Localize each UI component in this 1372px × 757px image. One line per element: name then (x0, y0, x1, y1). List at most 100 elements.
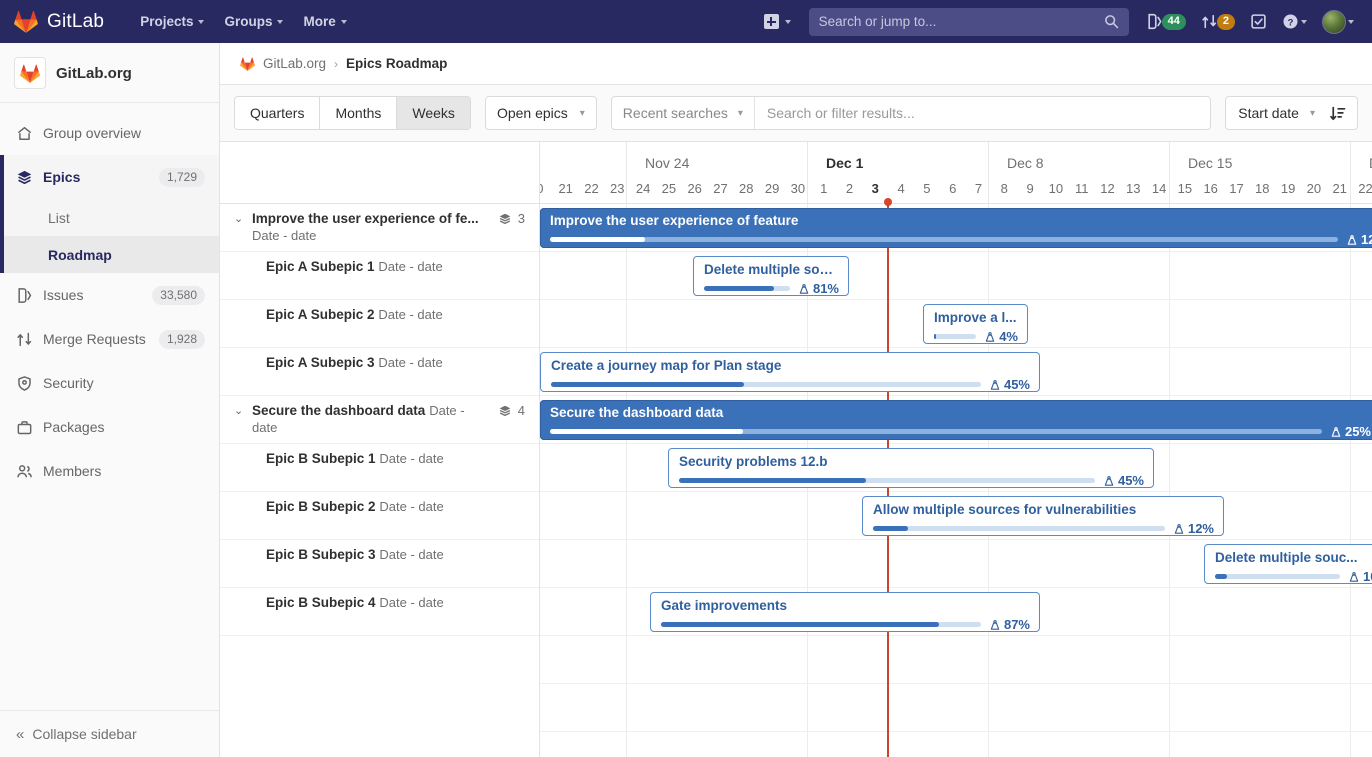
sidebar-item-epics-roadmap[interactable]: Roadmap (0, 236, 219, 273)
sidebar-item-packages[interactable]: Packages (0, 405, 219, 449)
sidebar-item-merge-requests[interactable]: Merge Requests 1,928 (0, 317, 219, 361)
left-sidebar: GitLab.org Group overview Epics 1,729 (0, 43, 220, 757)
epic-bar-footer: 12% (863, 519, 1223, 535)
epic-bar-5[interactable]: Security problems 12.b 45% (668, 448, 1154, 488)
merge-requests-counter-button[interactable]: 2 (1195, 7, 1241, 36)
epic-weight-value: 12% (1361, 233, 1372, 246)
sidebar-item-security[interactable]: Security (0, 361, 219, 405)
epic-icon (498, 404, 512, 418)
epic-bar-footer: 81% (694, 279, 848, 295)
nav-projects[interactable]: Projects (132, 8, 212, 35)
sidebar-item-label: Issues (43, 287, 142, 303)
epic-row-label-0[interactable]: ⌄ Improve the user experience of fe... D… (220, 204, 539, 252)
epic-bar-4[interactable]: Secure the dashboard data 25% (540, 400, 1372, 440)
sidebar-item-members[interactable]: Members (0, 449, 219, 493)
nav-more-label: More (303, 14, 335, 29)
user-menu-button[interactable] (1316, 4, 1360, 40)
progress-track (551, 382, 981, 387)
epic-bar-2[interactable]: Improve a l... 4% (923, 304, 1028, 344)
timeline-day-cell: 19 (1275, 180, 1301, 198)
timeline-scroll-area[interactable]: Nov 24 Dec 1 Dec 8 Dec 15 D (540, 142, 1372, 757)
sidebar-item-label: Epics (43, 169, 149, 185)
epic-bar-0[interactable]: Improve the user experience of feature (540, 208, 1372, 248)
sidebar-subitem-label: Roadmap (48, 247, 112, 263)
gitlab-home-link[interactable]: GitLab (0, 10, 116, 33)
epic-weight: 10% (1348, 570, 1372, 583)
epic-bar-7[interactable]: Delete multiple souc... 10% (1204, 544, 1372, 584)
home-icon (16, 125, 33, 142)
epic-bar-3[interactable]: Create a journey map for Plan stage 4 (540, 352, 1040, 392)
nav-more[interactable]: More (295, 8, 354, 35)
epic-row-label-6[interactable]: Epic B Subepic 2 Date - date (220, 492, 539, 540)
sidebar-item-group-overview[interactable]: Group overview (0, 111, 219, 155)
epic-row-label-8[interactable]: Epic B Subepic 4 Date - date (220, 588, 539, 636)
expand-collapse-icon[interactable]: ⌄ (234, 210, 244, 228)
recent-searches-dropdown[interactable]: Recent searches ▾ (612, 97, 755, 129)
epics-list-column: ⌄ Improve the user experience of fe... D… (220, 142, 540, 757)
preset-weeks[interactable]: Weeks (397, 97, 470, 129)
issues-counter-button[interactable]: 44 (1140, 7, 1192, 36)
timeline-day-cell: 11 (1069, 180, 1095, 198)
epic-title: Improve the user experience of fe... (252, 211, 479, 226)
filter-bar-input-group: Recent searches ▾ (611, 96, 1211, 130)
chevron-down-icon (341, 20, 347, 24)
roadmap-filter-input[interactable] (755, 97, 1210, 129)
collapse-sidebar-button[interactable]: « Collapse sidebar (0, 710, 219, 757)
epic-dates: Date - date (379, 499, 443, 514)
sidebar-item-epics-list[interactable]: List (0, 199, 219, 236)
epic-weight-value: 87% (1004, 618, 1030, 631)
chevron-down-icon (785, 20, 791, 24)
epic-bar-6[interactable]: Allow multiple sources for vulnerabiliti… (862, 496, 1224, 536)
sort-direction-button[interactable] (1325, 105, 1357, 122)
todo-check-icon (1250, 13, 1267, 30)
navbar-links: Projects Groups More (132, 8, 355, 35)
expand-collapse-icon[interactable]: ⌄ (234, 402, 244, 420)
plus-square-icon (764, 14, 779, 29)
preset-months[interactable]: Months (320, 97, 397, 129)
timeline-day-cell: 16 (1198, 180, 1224, 198)
sidebar-item-issues[interactable]: Issues 33,580 (0, 273, 219, 317)
preset-quarters[interactable]: Quarters (235, 97, 320, 129)
epic-weight-value: 12% (1188, 522, 1214, 535)
epic-title: Epic B Subepic 3 (266, 547, 376, 562)
epic-row-label-3[interactable]: Epic A Subepic 3 Date - date (220, 348, 539, 396)
weight-icon (989, 379, 1001, 391)
epic-bar-8[interactable]: Gate improvements 87% (650, 592, 1040, 632)
recent-searches-label: Recent searches (623, 105, 728, 121)
todos-button[interactable] (1244, 7, 1273, 36)
breadcrumb-current[interactable]: Epics Roadmap (346, 56, 447, 71)
timeline-day-cell: 4 (888, 180, 914, 198)
global-search-input[interactable]: Search or jump to... (809, 8, 1129, 36)
sidebar-group-header[interactable]: GitLab.org (0, 43, 219, 103)
epics-column-header (220, 142, 539, 204)
timeline-row (540, 684, 1372, 732)
epic-row-label-7[interactable]: Epic B Subepic 3 Date - date (220, 540, 539, 588)
epic-bar-1[interactable]: Delete multiple souc... 81% (693, 256, 849, 296)
help-button[interactable]: ? (1276, 7, 1313, 36)
timeline-day-cell: 6 (940, 180, 966, 198)
epic-state-dropdown[interactable]: Open epics ▾ (485, 96, 597, 130)
sort-field-dropdown[interactable]: Start date ▾ (1226, 105, 1325, 121)
progress-track (873, 526, 1165, 531)
breadcrumb-separator: › (334, 57, 338, 71)
epic-row-label-4[interactable]: ⌄ Secure the dashboard data Date - date … (220, 396, 539, 444)
epic-row-label-1[interactable]: Epic A Subepic 1 Date - date (220, 252, 539, 300)
epic-row-label-2[interactable]: Epic A Subepic 2 Date - date (220, 300, 539, 348)
epic-children-count-value: 3 (518, 211, 525, 226)
epic-row-label-5[interactable]: Epic B Subepic 1 Date - date (220, 444, 539, 492)
epic-weight-value: 4% (999, 330, 1018, 343)
epic-icon (16, 169, 33, 186)
sidebar-epics-subnav: List Roadmap (0, 199, 219, 273)
nav-groups[interactable]: Groups (216, 8, 291, 35)
roadmap-area: ⌄ Improve the user experience of fe... D… (220, 142, 1372, 757)
epic-weight: 12% (1346, 233, 1372, 246)
epic-dates: Date - date (378, 355, 442, 370)
sidebar-item-label: Packages (43, 419, 205, 435)
epic-bar-title: Delete multiple souc... (1205, 545, 1372, 567)
merge-request-icon (1201, 13, 1218, 30)
create-new-button[interactable] (757, 8, 798, 35)
epic-dates: Date - date (379, 451, 443, 466)
sidebar-epics-count: 1,729 (159, 168, 205, 187)
breadcrumb-group-link[interactable]: GitLab.org (263, 56, 326, 71)
sidebar-item-epics[interactable]: Epics 1,729 (0, 155, 219, 199)
